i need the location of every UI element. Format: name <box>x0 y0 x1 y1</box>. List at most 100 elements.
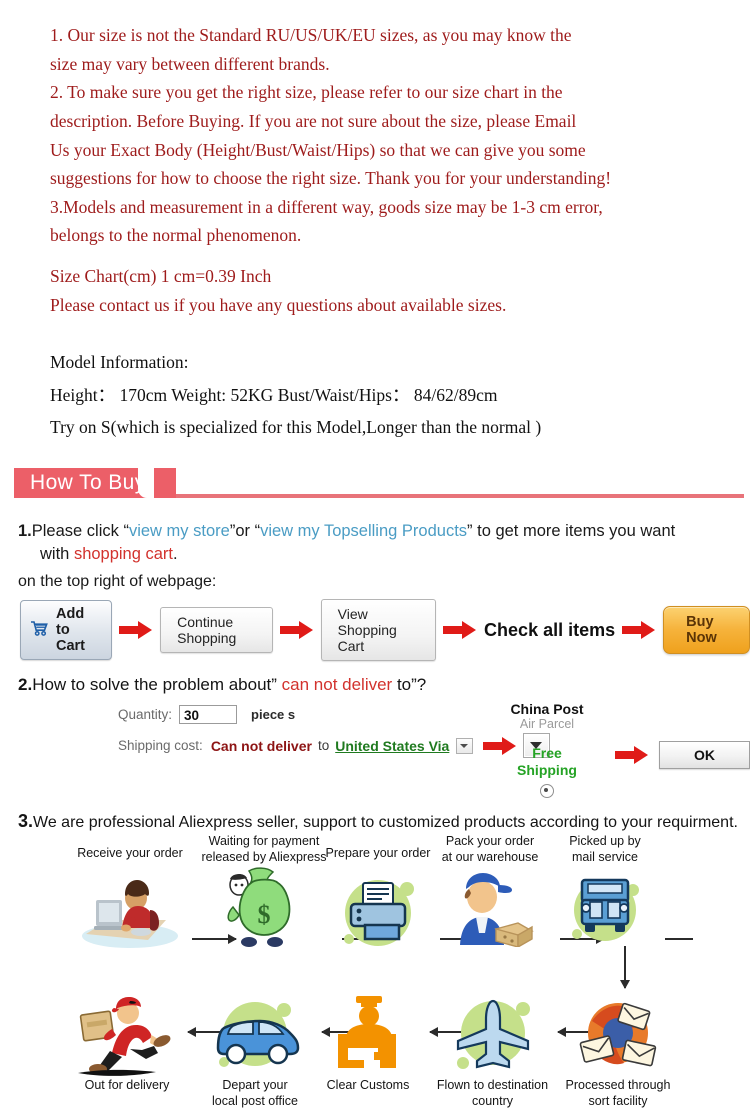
flow-step-label: Processed through sort facility <box>565 1078 671 1108</box>
size-chart-line: Size Chart(cm) 1 cm=0.39 Inch <box>50 266 272 287</box>
flow-step-flown-to-destination: Flown to destination country <box>425 986 560 1109</box>
notice-line: Us your Exact Body (Height/Bust/Waist/Hi… <box>50 139 586 160</box>
quantity-input[interactable]: 30 <box>179 705 238 725</box>
flow-step-label: Picked up by mail service <box>569 834 641 864</box>
model-measurements: Height： 170cm Weight: 52KG Bust/Waist/Hi… <box>50 384 498 405</box>
flow-step-clear-customs: Clear Customs <box>308 986 428 1094</box>
how-to-buy-banner: How To Buy <box>0 467 750 506</box>
svg-text:$: $ <box>258 900 271 929</box>
flow-step-out-for-delivery: Out for delivery <box>62 986 192 1094</box>
shopping-cart-icon <box>30 621 49 640</box>
step-3-body: We are professional Aliexpress seller, s… <box>33 814 738 832</box>
flow-step-label: Pack your order at our warehouse <box>441 834 539 864</box>
flow-step-depart-local-post-office: Depart your local post office <box>190 986 320 1109</box>
airplane-icon <box>425 990 560 1078</box>
shopping-cart-highlight: shopping cart <box>73 545 174 564</box>
mail-truck-icon <box>545 870 665 944</box>
step-1-text-c: ” to get more items you want <box>467 521 676 540</box>
notice-line: suggestions for how to choose the right … <box>50 168 612 189</box>
buy-now-button[interactable]: Buy Now <box>663 606 750 655</box>
check-all-items-label: Check all items <box>484 619 616 640</box>
red-arrow-icon <box>615 744 649 766</box>
flow-connector-line <box>665 938 693 941</box>
step-1-second-line: with shopping cart. <box>18 543 736 567</box>
warehouse-worker-icon <box>420 870 560 947</box>
step-1-text-d: with <box>40 545 74 564</box>
china-post-option: China Post Air Parcel Free Shipping <box>492 701 602 798</box>
step-1-text: 1.Please click “view my store”or “view m… <box>18 520 736 568</box>
shipping-option-radio[interactable] <box>540 783 554 798</box>
step-1-section: 1.Please click “view my store”or “view m… <box>0 520 750 592</box>
notice-line: 3.Models and measurement in a different … <box>50 196 603 217</box>
flow-step-label: Depart your local post office <box>212 1078 298 1108</box>
banner-notch <box>138 467 154 498</box>
flow-step-label: Out for delivery <box>84 1078 170 1093</box>
country-dropdown-arrow-icon[interactable] <box>456 737 474 754</box>
shipping-cost-row: Shipping cost: Can not deliver to United… <box>118 733 551 759</box>
purchase-flow-buttons: Add to Cart Continue Shopping View Shopp… <box>0 599 750 662</box>
ok-confirm-group: OK <box>608 741 750 770</box>
step-3-text: 3.We are professional Aliexpress seller,… <box>0 811 750 832</box>
post-carrier-name: China Post <box>510 701 584 718</box>
step-3-number: 3. <box>18 811 34 832</box>
flow-step-label: Receive your order <box>77 846 183 861</box>
quantity-label: Quantity: <box>118 707 173 723</box>
to-word-label: to <box>317 738 330 754</box>
red-arrow-icon <box>622 619 656 641</box>
step-2-text-b: to”? <box>392 675 427 695</box>
flow-arrow-down-icon <box>620 946 630 990</box>
shipping-form-mockup: Quantity: 30 piece s Shipping cost: Can … <box>0 701 750 801</box>
notice-line: 1. Our size is not the Standard RU/US/UK… <box>50 25 572 45</box>
step-1-text-b: ”or “ <box>229 521 261 540</box>
free-shipping-label: Free Shipping <box>492 745 602 778</box>
free-shipping-line-2: Shipping <box>517 761 577 778</box>
continue-shopping-button[interactable]: Continue Shopping <box>160 607 273 654</box>
notice-line: description. Before Buying. If you are n… <box>50 110 577 131</box>
shipping-cost-label: Shipping cost: <box>118 738 203 754</box>
add-to-cart-button[interactable]: Add to Cart <box>20 600 113 661</box>
flow-step-picked-up-by-mail-service: Picked up by mail service <box>545 834 665 943</box>
flow-step-label: Flown to destination country <box>436 1078 549 1108</box>
red-arrow-icon <box>279 619 314 641</box>
post-service-name: Air Parcel <box>519 717 575 732</box>
can-not-deliver-highlight: can not deliver <box>281 675 393 695</box>
ok-button[interactable]: OK <box>659 741 750 770</box>
flow-step-pack-your-order: Pack your order at our warehouse <box>420 834 560 947</box>
flow-step-label: Clear Customs <box>326 1078 410 1093</box>
shipping-flow-diagram: Receive your order Waiting for payment r… <box>0 834 750 1116</box>
step-1-text-e: . <box>173 545 178 564</box>
running-courier-icon <box>62 990 192 1078</box>
step-2-heading: 2.How to solve the problem about” can no… <box>18 675 736 695</box>
step-2-text-a: How to solve the problem about” <box>32 675 282 695</box>
model-try-on: Try on S(which is specialized for this M… <box>50 417 542 438</box>
add-to-cart-label: Add to Cart <box>56 606 86 655</box>
step-1-number: 1. <box>18 521 32 540</box>
view-my-topselling-products-link[interactable]: view my Topselling Products <box>260 522 467 540</box>
customs-officer-icon <box>308 990 428 1078</box>
red-arrow-icon <box>443 619 477 641</box>
free-shipping-line-1: Free <box>532 745 562 762</box>
shipping-form-fields: Quantity: 30 piece s Shipping cost: Can … <box>118 705 551 767</box>
mail-sorting-icon <box>548 990 688 1078</box>
size-notice-block: 1. Our size is not the Standard RU/US/UK… <box>0 0 750 319</box>
country-select-value[interactable]: United States Via <box>335 738 449 754</box>
contact-line: Please contact us if you have any questi… <box>50 294 507 315</box>
notice-line: belongs to the normal phenomenon. <box>50 225 302 246</box>
view-shopping-cart-button[interactable]: View Shopping Cart <box>320 599 437 662</box>
notice-line: size may vary between different brands. <box>50 53 330 74</box>
flow-step-processed-through-sort-facility: Processed through sort facility <box>548 986 688 1109</box>
model-info-heading: Model Information: <box>50 352 189 373</box>
step-1-text-a: Please click “ <box>31 521 129 540</box>
step-2-section: 2.How to solve the problem about” can no… <box>0 675 750 695</box>
step-2-number: 2. <box>18 675 33 695</box>
can-not-deliver-text: Can not deliver <box>210 737 312 754</box>
red-arrow-icon <box>119 619 153 641</box>
piece-label: piece s <box>251 707 296 723</box>
delivery-van-icon <box>190 990 320 1078</box>
quantity-row: Quantity: 30 piece s <box>118 705 550 725</box>
person-at-computer-icon <box>70 866 190 954</box>
view-my-store-link[interactable]: view my store <box>129 522 230 540</box>
step-1-subnote: on the top right of webpage: <box>18 573 217 591</box>
